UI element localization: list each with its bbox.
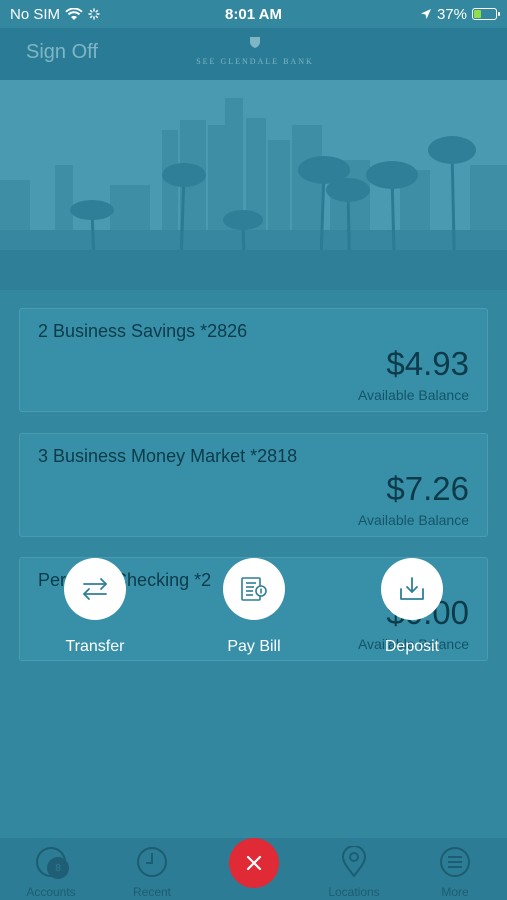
transfer-circle[interactable] [64, 558, 126, 620]
wifi-icon [65, 7, 83, 20]
available-balance-label: Available Balance [357, 387, 469, 403]
transfer-icon [83, 578, 107, 600]
pay-bill-button[interactable]: Pay Bill [199, 558, 309, 656]
deposit-circle[interactable] [381, 558, 443, 620]
transfer-label: Transfer [65, 638, 125, 655]
clock-icon [137, 847, 167, 877]
bank-logo: SEE GLENDALE BANK [190, 36, 320, 69]
deposit-button[interactable]: Deposit [357, 558, 467, 656]
logo-text: SEE GLENDALE BANK [196, 57, 314, 66]
tab-accounts-label: Accounts [26, 885, 76, 899]
pay-bill-circle[interactable] [223, 558, 285, 620]
battery-icon [472, 8, 500, 20]
shield-icon [250, 37, 260, 48]
battery-percent: 37% [436, 5, 467, 23]
app-header: Sign Off SEE GLENDALE BANK [0, 28, 507, 80]
tab-locations[interactable]: Locations [309, 845, 399, 899]
tab-recent[interactable]: Recent [107, 846, 197, 899]
carrier-label: No SIM [10, 5, 61, 23]
account-name: 2 Business Savings *2826 [38, 321, 248, 341]
accounts-badge: 8 [47, 857, 69, 879]
more-menu-icon [440, 847, 470, 877]
account-balance: $7.26 [386, 470, 469, 507]
close-menu-button[interactable] [229, 838, 279, 888]
tab-locations-label: Locations [328, 885, 380, 899]
deposit-label: Deposit [384, 638, 440, 655]
account-card[interactable]: 3 Business Money Market *2818 $7.26 Avai… [19, 433, 488, 537]
account-balance: $4.93 [386, 345, 469, 382]
tab-recent-label: Recent [132, 885, 172, 899]
deposit-icon [400, 577, 424, 600]
status-bar: No SIM 8:01 AM 37% [0, 0, 507, 28]
location-arrow-icon [420, 9, 431, 19]
account-card[interactable]: 2 Business Savings *2826 $4.93 Available… [19, 308, 488, 412]
transfer-button[interactable]: Transfer [40, 558, 150, 656]
hero-skyline-image [0, 80, 507, 290]
pay-bill-icon [241, 577, 267, 601]
sign-off-button[interactable]: Sign Off [26, 41, 98, 64]
tab-more-label: More [441, 885, 469, 899]
close-icon [246, 855, 262, 871]
pay-bill-label: Pay Bill [227, 638, 281, 655]
available-balance-label: Available Balance [357, 512, 469, 528]
tab-more[interactable]: More [410, 846, 500, 899]
map-pin-icon [341, 845, 367, 878]
loading-spinner-icon [88, 8, 100, 20]
account-name: 3 Business Money Market *2818 [38, 446, 298, 466]
